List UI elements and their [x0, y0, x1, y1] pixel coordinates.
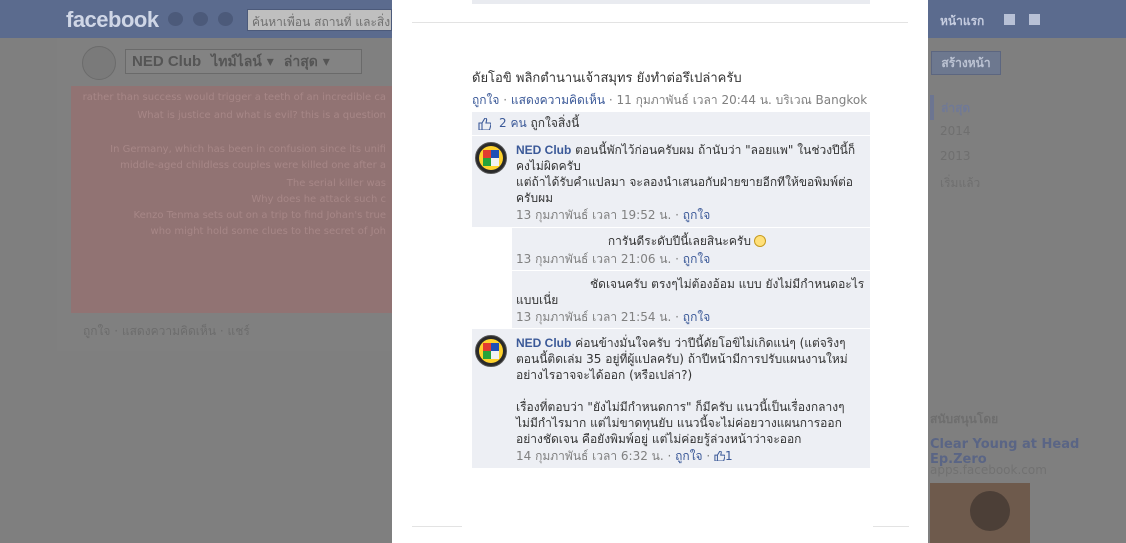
video-embed: rather than success would trigger a teet…	[71, 86, 392, 313]
comment: NED Club ค่อนข้างมั่นใจครับ ว่าปีนี้ดัยโ…	[472, 329, 870, 469]
timeline-years: ล่าสุด 2014 2013 เริ่มแล้ว	[930, 95, 980, 195]
comment-link[interactable]: แสดงความคิดเห็น	[511, 93, 605, 107]
divider	[873, 526, 909, 527]
comment-time[interactable]: 13 กุมภาพันธ์ เวลา 21:54 น.	[516, 310, 671, 324]
comment-body: NED Club ตอนนี้พักไว้ก่อนครับผม ถ้านับว่…	[516, 142, 868, 223]
comment-author[interactable]: NED Club	[516, 336, 571, 350]
video-overlay-text: In Germany, which has been in confusion …	[110, 144, 386, 155]
comment-time[interactable]: 13 กุมภาพันธ์ เวลา 19:52 น.	[516, 208, 671, 222]
comment-author[interactable]: NED Club	[516, 143, 571, 157]
comment-body: การันดีระดับปีนี้เลยสินะครับ	[516, 233, 870, 250]
thumbs-up-icon	[714, 451, 726, 461]
comment-meta: 13 กุมภาพันธ์ เวลา 21:06 น. · ถูกใจ	[516, 252, 711, 266]
notifications-icon[interactable]	[218, 12, 233, 26]
post-timestamp[interactable]: 11 กุมภาพันธ์ เวลา 20:44 น. บริเวณ Bangk…	[617, 93, 868, 107]
divider	[412, 526, 462, 527]
thumbs-up-icon	[478, 117, 491, 130]
privacy-icon[interactable]	[1004, 14, 1015, 25]
commenter-avatar[interactable]	[475, 335, 507, 367]
year-item[interactable]: เริ่มแล้ว	[930, 170, 980, 195]
like-link[interactable]: ถูกใจ	[472, 93, 499, 107]
notification-icons	[168, 12, 233, 26]
emoticon-icon	[753, 235, 766, 247]
page-avatar	[82, 46, 116, 80]
comment-like-link[interactable]: ถูกใจ	[683, 208, 710, 222]
recent-dropdown[interactable]: ล่าสุด ▾	[284, 51, 330, 73]
recent-dropdown-label: ล่าสุด	[283, 53, 318, 70]
page-header-bar: NED Club ไทม์ไลน์ ▾ ล่าสุด ▾	[125, 49, 362, 74]
page-name[interactable]: NED Club	[132, 53, 201, 70]
messages-icon[interactable]	[193, 12, 208, 26]
video-overlay-text: rather than success would trigger a teet…	[82, 92, 386, 103]
video-overlay-text: who might hold some clues to the secret …	[150, 226, 386, 237]
year-item[interactable]: 2013	[930, 145, 980, 170]
comment-text: การันดีระดับปีนี้เลยสินะครับ	[607, 234, 751, 248]
commenter-avatar[interactable]	[475, 142, 507, 174]
feedback-section: 2 คน ถูกใจสิ่งนี้ NED Club ตอนนี้พักไว้ก…	[472, 112, 870, 469]
comment-time[interactable]: 14 กุมภาพันธ์ เวลา 6:32 น.	[516, 449, 664, 463]
facebook-logo[interactable]: facebook	[66, 7, 159, 33]
year-item[interactable]: ล่าสุด	[930, 95, 980, 120]
comment-meta: 14 กุมภาพันธ์ เวลา 6:32 น. · ถูกใจ · 1	[516, 449, 733, 463]
comment-meta: 13 กุมภาพันธ์ เวลา 21:54 น. · ถูกใจ	[516, 310, 711, 324]
timeline-dropdown-label: ไทม์ไลน์	[211, 53, 262, 70]
search-input[interactable]: ค้นหาเพื่อน สถานที่ และสิ่ง	[247, 9, 392, 31]
comment-body: ชัดเจนครับ ตรงๆไม่ต้องอ้อม แบบ ยังไม่มีก…	[516, 276, 870, 308]
comment-time[interactable]: 13 กุมภาพันธ์ เวลา 21:06 น.	[516, 252, 671, 266]
likers-link[interactable]: 2 คน	[499, 114, 527, 133]
comment-text: ชัดเจนครับ ตรงๆไม่ต้องอ้อม แบบ ยังไม่มีก…	[516, 277, 865, 307]
year-item[interactable]: 2014	[930, 120, 980, 145]
timeline-dropdown[interactable]: ไทม์ไลน์ ▾	[211, 51, 274, 73]
comment: NED Club ตอนนี้พักไว้ก่อนครับผม ถ้านับว่…	[472, 136, 870, 228]
like-count-value: 1	[725, 449, 733, 463]
create-page-button[interactable]: สร้างหน้า	[931, 51, 1001, 75]
comment-like-link[interactable]: ถูกใจ	[683, 310, 710, 324]
comment-text: แต่ถ้าได้รับคำแปลมา จะลองนำเสนอกับฝ่ายขา…	[516, 175, 853, 205]
post-actions[interactable]: ถูกใจ · แสดงความคิดเห็น · แชร์	[83, 322, 250, 341]
comment: ชัดเจนครับ ตรงๆไม่ต้องอ้อม แบบ ยังไม่มีก…	[512, 271, 870, 329]
photo-meta: ถูกใจ · แสดงความคิดเห็น · 11 กุมภาพันธ์ …	[472, 93, 868, 107]
photo-viewer: ดัยโอขิ พลิกตำนานเจ้าสมุทร ยังทำต่อรึเปล…	[392, 0, 928, 543]
sponsored-label: สนับสนุนโดย	[930, 412, 999, 426]
video-overlay-text: Why does he attack such c	[251, 194, 386, 205]
comment-meta: 13 กุมภาพันธ์ เวลา 19:52 น. · ถูกใจ	[516, 208, 711, 222]
timeline-lower	[57, 351, 392, 543]
account-icons	[1004, 14, 1040, 25]
comment-like-link[interactable]: ถูกใจ	[683, 252, 710, 266]
comment-body: NED Club ค่อนข้างมั่นใจครับ ว่าปีนี้ดัยโ…	[516, 335, 868, 464]
video-overlay-text: What is justice and what is evil? this i…	[137, 110, 386, 121]
ad-image[interactable]	[930, 483, 1030, 543]
video-overlay-text: The serial killer was	[286, 178, 386, 189]
ad-url[interactable]: apps.facebook.com	[930, 463, 1047, 477]
previous-comment-strip	[472, 0, 870, 4]
likes-summary: 2 คน ถูกใจสิ่งนี้	[472, 112, 870, 136]
comment-like-count[interactable]: 1	[714, 449, 733, 463]
gear-icon[interactable]	[1029, 14, 1040, 25]
video-overlay-text: Kenzo Tenma sets out on a trip to find J…	[133, 210, 386, 221]
video-overlay-text: middle-aged childless couples were kille…	[120, 160, 386, 171]
home-link[interactable]: หน้าแรก	[940, 12, 984, 31]
divider	[412, 22, 908, 23]
comment-like-link[interactable]: ถูกใจ	[675, 449, 702, 463]
photo-caption: ดัยโอขิ พลิกตำนานเจ้าสมุทร ยังทำต่อรึเปล…	[472, 71, 742, 86]
comment-text: เรื่องที่ตอบว่า "ยังไม่มีกำหนดการ" ก็มีค…	[516, 400, 845, 446]
friend-requests-icon[interactable]	[168, 12, 183, 26]
likes-suffix: ถูกใจสิ่งนี้	[530, 116, 580, 130]
comment: การันดีระดับปีนี้เลยสินะครับ 13 กุมภาพัน…	[512, 228, 870, 271]
